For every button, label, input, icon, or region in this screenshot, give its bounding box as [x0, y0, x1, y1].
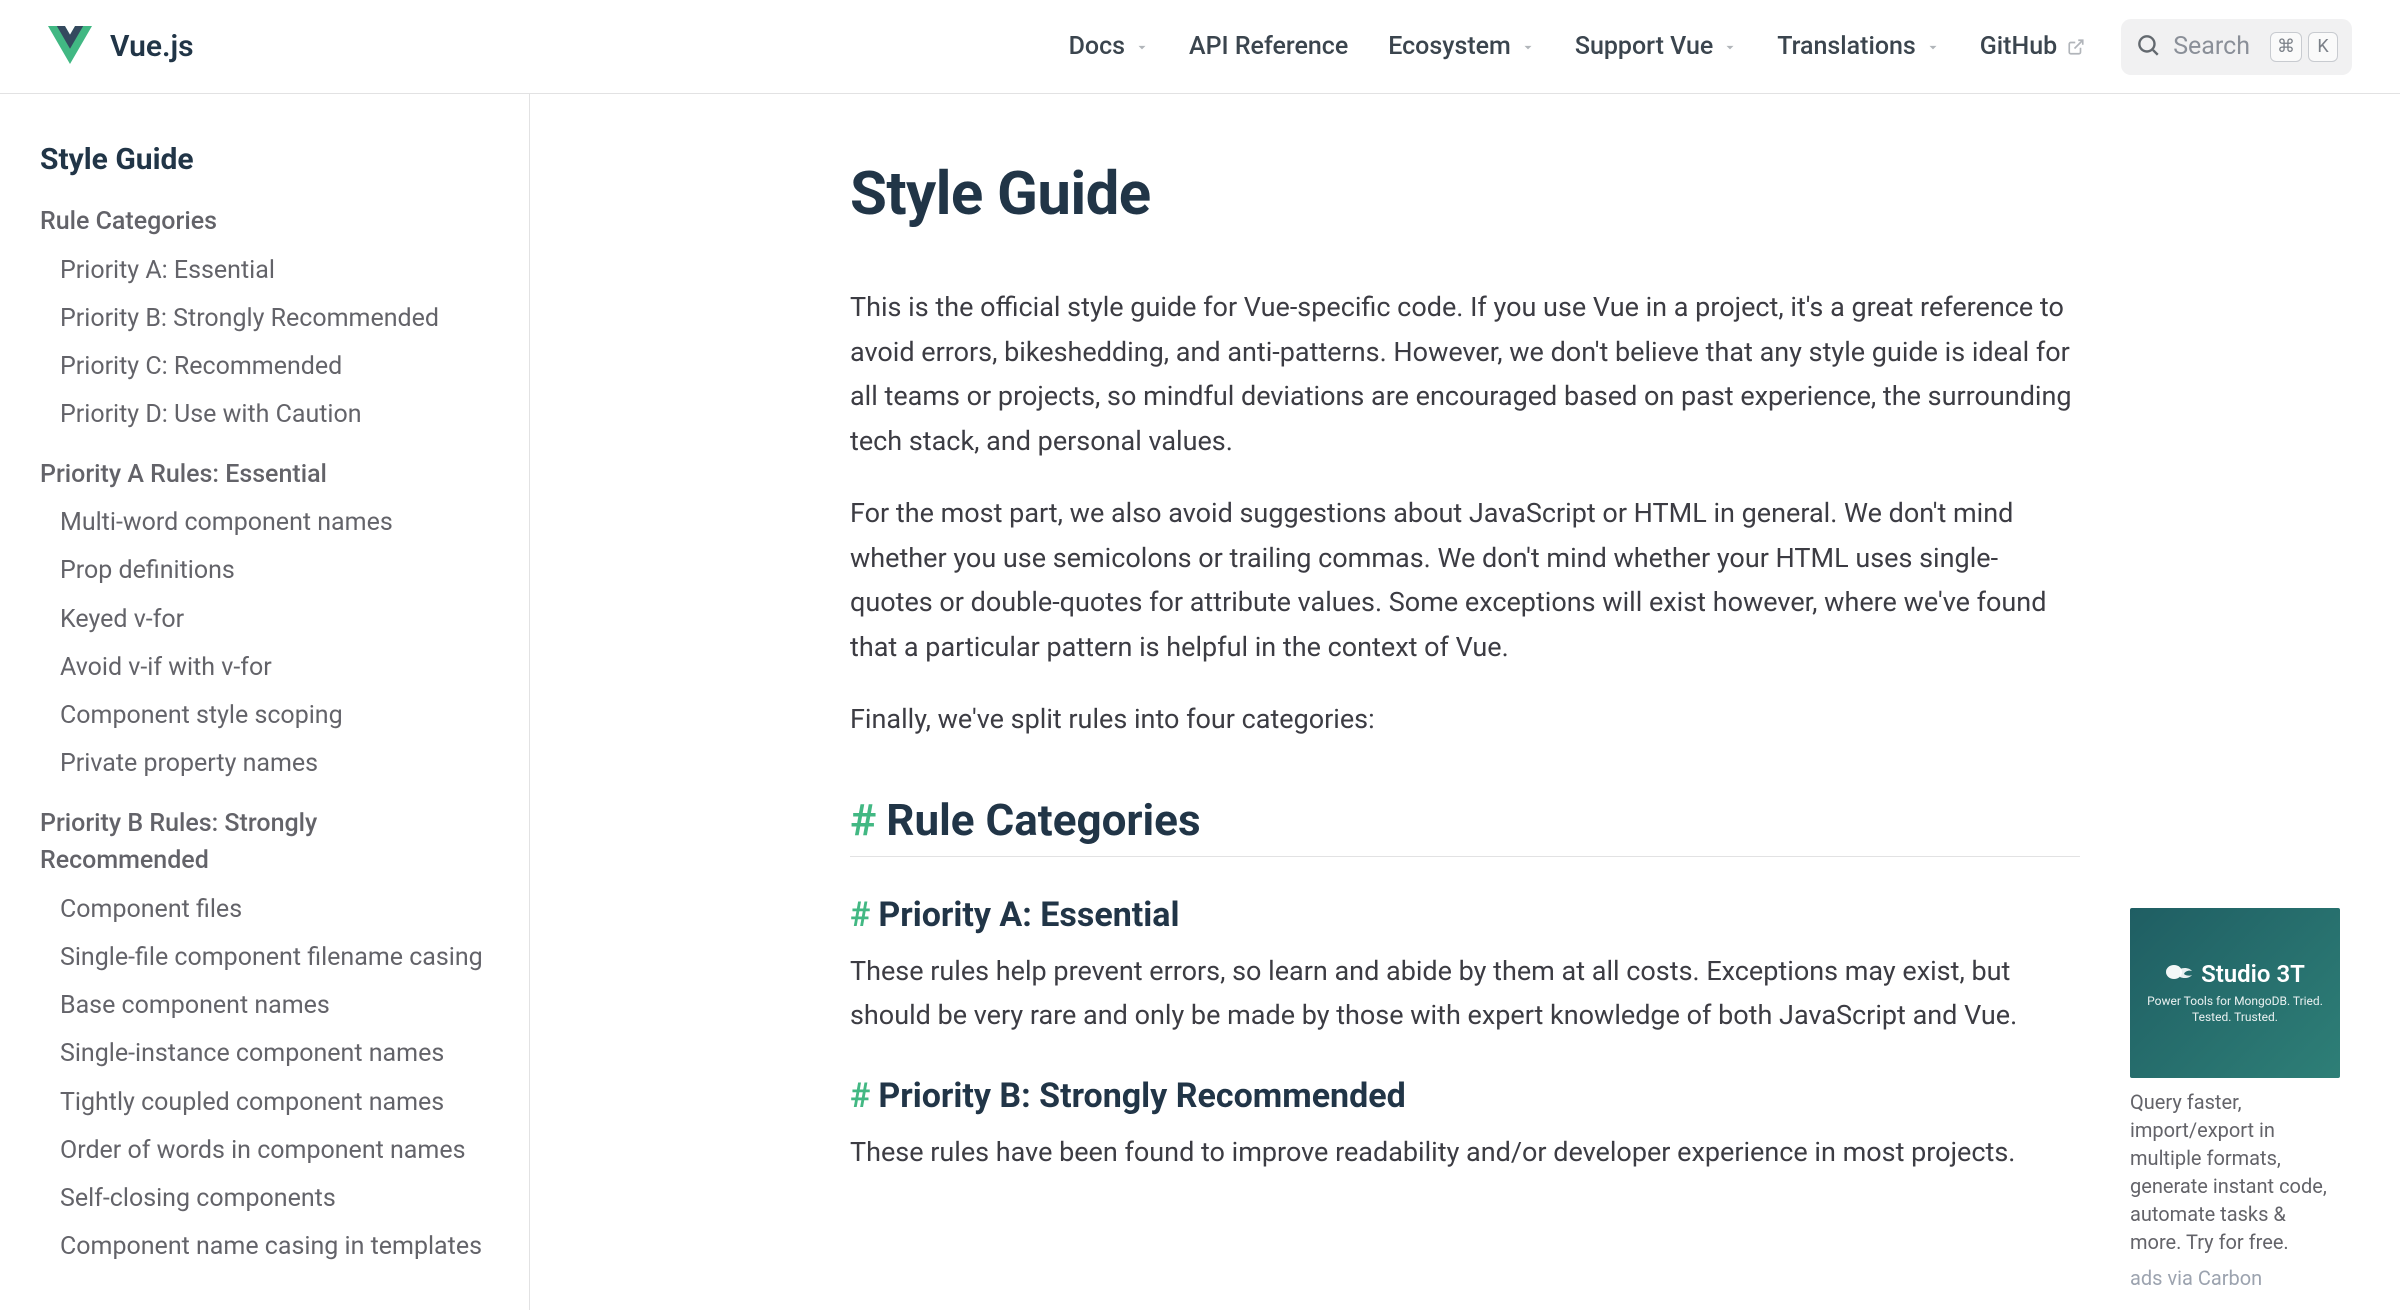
- subsection-title: Priority A: Essential: [878, 895, 1179, 935]
- sidebar-item[interactable]: Base component names: [40, 982, 489, 1030]
- ad-text: Query faster, import/export in multiple …: [2130, 1088, 2340, 1256]
- nav-label: Support Vue: [1575, 32, 1713, 61]
- chevron-down-icon: [1926, 40, 1940, 54]
- sidebar-title[interactable]: Style Guide: [40, 142, 489, 177]
- external-link-icon: [2067, 38, 2085, 56]
- sidebar-item[interactable]: Component name casing in templates: [40, 1223, 489, 1271]
- search-box[interactable]: Search ⌘ K: [2121, 19, 2352, 75]
- page-title: Style Guide: [850, 158, 2080, 229]
- vue-logo-icon: [48, 25, 92, 69]
- subsection-title: Priority B: Strongly Recommended: [878, 1076, 1405, 1116]
- ad-via[interactable]: ads via Carbon: [2130, 1266, 2340, 1290]
- nav-label: GitHub: [1980, 32, 2057, 61]
- sidebar-item[interactable]: Single-file component filename casing: [40, 934, 489, 982]
- intro-paragraph-2: For the most part, we also avoid suggest…: [850, 491, 2080, 669]
- carbon-ad[interactable]: Studio 3T Power Tools for MongoDB. Tried…: [2130, 908, 2340, 1290]
- intro-paragraph-3: Finally, we've split rules into four cat…: [850, 697, 2080, 742]
- ad-image: Studio 3T Power Tools for MongoDB. Tried…: [2130, 908, 2340, 1078]
- sidebar-item[interactable]: Multi-word component names: [40, 499, 489, 547]
- sidebar-item[interactable]: Tightly coupled component names: [40, 1079, 489, 1127]
- sidebar-item[interactable]: Private property names: [40, 740, 489, 788]
- brand[interactable]: Vue.js: [48, 25, 194, 69]
- nav-label: Docs: [1069, 32, 1125, 61]
- sidebar-item[interactable]: Single-instance component names: [40, 1030, 489, 1078]
- nav-ecosystem[interactable]: Ecosystem: [1388, 32, 1535, 61]
- hash-icon[interactable]: #: [850, 895, 870, 935]
- sidebar: Style Guide Rule Categories Priority A: …: [0, 94, 530, 1310]
- studio3t-logo-icon: [2165, 962, 2193, 987]
- search-icon: [2135, 32, 2161, 62]
- sidebar-item[interactable]: Component files: [40, 886, 489, 934]
- nav-translations[interactable]: Translations: [1777, 32, 1940, 61]
- sidebar-group-rule-categories[interactable]: Rule Categories: [40, 203, 489, 241]
- priority-a-description: These rules help prevent errors, so lear…: [850, 949, 2080, 1038]
- sidebar-item[interactable]: Priority B: Strongly Recommended: [40, 295, 489, 343]
- chevron-down-icon: [1521, 40, 1535, 54]
- top-header: Vue.js Docs API Reference Ecosystem Supp…: [0, 0, 2400, 94]
- sidebar-item[interactable]: Component style scoping: [40, 692, 489, 740]
- sidebar-item[interactable]: Order of words in component names: [40, 1127, 489, 1175]
- nav-label: Translations: [1777, 32, 1916, 61]
- sidebar-item[interactable]: Avoid v-if with v-for: [40, 644, 489, 692]
- sidebar-item[interactable]: Prop definitions: [40, 547, 489, 595]
- top-nav: Docs API Reference Ecosystem Support Vue…: [1069, 32, 2086, 61]
- sidebar-item[interactable]: Keyed v-for: [40, 596, 489, 644]
- ad-tagline: Power Tools for MongoDB. Tried. Tested. …: [2130, 994, 2340, 1025]
- search-placeholder: Search: [2173, 32, 2250, 61]
- brand-name: Vue.js: [110, 29, 194, 64]
- section-title: Rule Categories: [886, 794, 1200, 846]
- kbd-k: K: [2308, 32, 2338, 62]
- subsection-priority-b: # Priority B: Strongly Recommended: [850, 1076, 2080, 1116]
- chevron-down-icon: [1135, 40, 1149, 54]
- main-content: Style Guide This is the official style g…: [530, 94, 2400, 1310]
- priority-b-description: These rules have been found to improve r…: [850, 1130, 2080, 1175]
- sidebar-item[interactable]: Priority A: Essential: [40, 247, 489, 295]
- sidebar-item[interactable]: Self-closing components: [40, 1175, 489, 1223]
- section-rule-categories: # Rule Categories: [850, 794, 2080, 846]
- sidebar-group-priority-a[interactable]: Priority A Rules: Essential: [40, 456, 489, 494]
- nav-docs[interactable]: Docs: [1069, 32, 1149, 61]
- nav-label: Ecosystem: [1388, 32, 1511, 61]
- search-shortcut: ⌘ K: [2270, 32, 2338, 62]
- sidebar-item[interactable]: Priority D: Use with Caution: [40, 391, 489, 439]
- chevron-down-icon: [1723, 40, 1737, 54]
- nav-api-reference[interactable]: API Reference: [1189, 32, 1348, 61]
- intro-paragraph-1: This is the official style guide for Vue…: [850, 285, 2080, 463]
- ad-brand: Studio 3T: [2201, 960, 2305, 988]
- divider: [850, 856, 2080, 857]
- hash-icon[interactable]: #: [850, 794, 876, 846]
- nav-label: API Reference: [1189, 32, 1348, 61]
- subsection-priority-a: # Priority A: Essential: [850, 895, 2080, 935]
- hash-icon[interactable]: #: [850, 1076, 870, 1116]
- kbd-cmd: ⌘: [2270, 32, 2302, 62]
- sidebar-item[interactable]: Priority C: Recommended: [40, 343, 489, 391]
- nav-support-vue[interactable]: Support Vue: [1575, 32, 1737, 61]
- nav-github[interactable]: GitHub: [1980, 32, 2085, 61]
- sidebar-group-priority-b[interactable]: Priority B Rules: Strongly Recommended: [40, 805, 489, 880]
